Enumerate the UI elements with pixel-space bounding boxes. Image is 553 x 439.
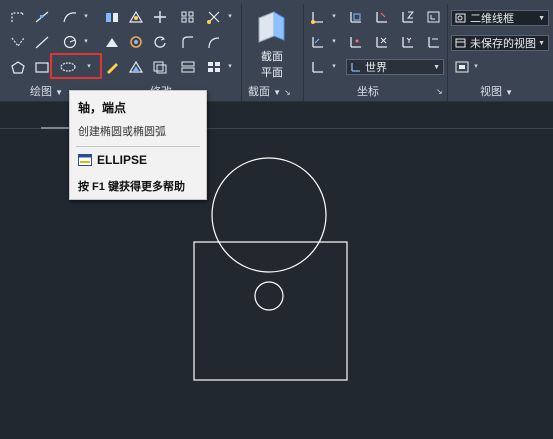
- chevron-down-icon: ▼: [273, 88, 281, 97]
- chamfer-icon[interactable]: [204, 33, 224, 51]
- chevron-down-icon: ▼: [505, 88, 513, 97]
- rotate-icon[interactable]: [150, 33, 170, 51]
- trim-icon[interactable]: [204, 8, 224, 26]
- polyline-icon[interactable]: [8, 8, 28, 26]
- section-plane-icon: [258, 11, 285, 43]
- drawn-circle-small[interactable]: [254, 281, 284, 311]
- circle-dropdown[interactable]: ▾: [82, 33, 90, 51]
- section-plane-label-1: 截面: [261, 51, 283, 63]
- tooltip-title: 轴，端点: [78, 101, 127, 115]
- scale-icon[interactable]: [126, 58, 146, 76]
- circle-icon[interactable]: [60, 33, 80, 51]
- chevron-down-icon: ▼: [538, 15, 545, 22]
- drawn-circle-large[interactable]: [211, 157, 327, 273]
- fillet-icon[interactable]: [178, 33, 198, 51]
- line-icon[interactable]: [32, 33, 52, 51]
- explode-icon[interactable]: [204, 58, 224, 76]
- tooltip-help: 按 F1 键获得更多帮助: [78, 181, 185, 193]
- spline-icon[interactable]: [8, 33, 28, 51]
- panel-label-section: 截面: [248, 86, 270, 98]
- viewport-config-dropdown[interactable]: ▾: [472, 58, 480, 76]
- move-icon[interactable]: [150, 8, 170, 26]
- panel-label-draw: 绘图: [30, 86, 52, 98]
- grid-icon[interactable]: [178, 8, 198, 26]
- panel-title-coordinates[interactable]: 坐标: [357, 83, 379, 101]
- ucs-combo-value: 世界: [365, 62, 387, 74]
- visual-style-value: 二维线框: [470, 13, 514, 25]
- copy-icon[interactable]: [150, 58, 170, 76]
- ucs-combo[interactable]: 世界 ▼: [346, 59, 444, 75]
- rotate-3d-icon[interactable]: [126, 8, 146, 26]
- chevron-down-icon: ▼: [538, 40, 545, 47]
- arc-dropdown[interactable]: ▾: [82, 8, 90, 26]
- panel-label-view: 视图: [480, 86, 502, 98]
- array-icon[interactable]: [126, 33, 146, 51]
- ucs-combo-icon: [351, 63, 360, 72]
- chevron-down-icon: ▼: [433, 64, 440, 71]
- ucs-3point-icon[interactable]: [346, 33, 366, 51]
- stretch-icon[interactable]: [102, 33, 122, 51]
- offset-icon[interactable]: [178, 58, 198, 76]
- ellipse-highlight: [50, 53, 102, 79]
- ucs-icon-settings-icon[interactable]: [308, 58, 328, 76]
- dialog-launcher-icon: ↘: [284, 88, 291, 97]
- named-view-icon: [455, 38, 466, 48]
- erase-icon[interactable]: [102, 58, 122, 76]
- tooltip-divider: [76, 146, 200, 147]
- modify-dropdown[interactable]: ▾: [226, 58, 234, 76]
- chevron-down-icon: ▼: [55, 88, 63, 97]
- panel-label-coordinates: 坐标: [357, 86, 379, 98]
- ucs-world-icon[interactable]: [346, 8, 366, 26]
- ucs-object-icon[interactable]: [424, 33, 444, 51]
- ucs-dropdown[interactable]: ▾: [330, 8, 338, 26]
- dialog-launcher-icon[interactable]: ↘: [436, 83, 443, 101]
- command-line-icon: [78, 154, 92, 166]
- panel-title-view[interactable]: 视图 ▼: [480, 83, 513, 101]
- named-view-combo[interactable]: 未保存的视图 ▼: [451, 35, 549, 51]
- ucs-y-icon[interactable]: [398, 33, 418, 51]
- viewport-config-icon[interactable]: [452, 58, 472, 76]
- ucs-view-icon[interactable]: [424, 8, 444, 26]
- tooltip-command: ELLIPSE: [97, 153, 148, 167]
- polygon-icon[interactable]: [8, 58, 28, 76]
- construction-line-icon[interactable]: [32, 8, 52, 26]
- ucs-origin-icon[interactable]: [372, 8, 392, 26]
- trim-dropdown[interactable]: ▾: [226, 8, 234, 26]
- panel-title-draw[interactable]: 绘图 ▼: [30, 83, 63, 101]
- mirror-icon[interactable]: [102, 8, 122, 26]
- ucs-x-icon[interactable]: [372, 33, 392, 51]
- ucs-named-dropdown[interactable]: ▾: [330, 33, 338, 51]
- ribbon: ▾ ▾ ▾ ▾ ▾ 截面 平面 ▾ ▾ ▾ 世界 ▼ 二维线框 ▼ 未保存的视图…: [0, 0, 553, 102]
- ucs-icon[interactable]: [308, 8, 328, 26]
- named-view-value: 未保存的视图: [470, 38, 536, 50]
- section-plane-label-2: 平面: [261, 67, 283, 79]
- ellipse-tooltip: 轴，端点 创建椭圆或椭圆弧 ELLIPSE 按 F1 键获得更多帮助: [69, 90, 207, 200]
- section-plane-button[interactable]: 截面 平面: [248, 6, 296, 80]
- panel-title-section[interactable]: 截面 ▼ ↘: [248, 83, 291, 101]
- visual-style-combo[interactable]: 二维线框 ▼: [451, 10, 549, 26]
- visual-style-icon: [455, 13, 466, 23]
- ucs-named-icon[interactable]: [308, 33, 328, 51]
- drawn-rectangle[interactable]: [193, 241, 348, 381]
- rectangle-icon[interactable]: [32, 58, 52, 76]
- ucs-icon-settings-dropdown[interactable]: ▾: [330, 58, 338, 76]
- arc-icon[interactable]: [60, 8, 80, 26]
- ucs-z-icon[interactable]: [398, 8, 418, 26]
- tooltip-description: 创建椭圆或椭圆弧: [78, 126, 166, 138]
